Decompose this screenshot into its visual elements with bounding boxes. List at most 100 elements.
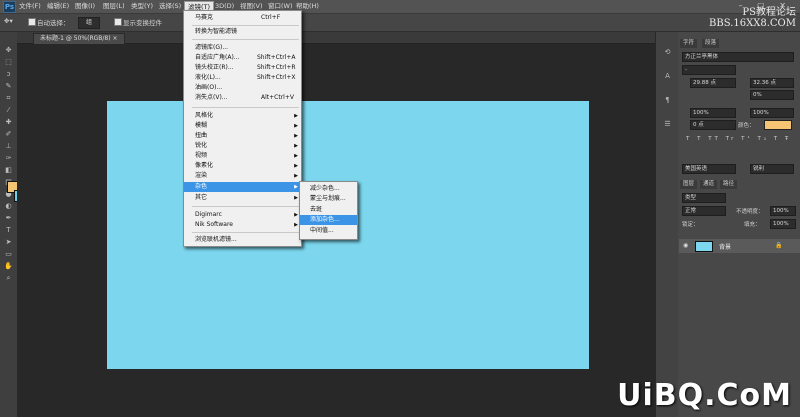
menu-item-label: 杂色: [195, 183, 208, 190]
opacity-field[interactable]: 100%: [770, 206, 796, 216]
menu-item-sharpen[interactable]: 锐化 ▶: [184, 141, 301, 151]
menu-separator: [192, 39, 299, 40]
menu-type[interactable]: 类型(Y): [128, 1, 156, 12]
anti-alias-select[interactable]: 锐利: [750, 164, 794, 174]
menu-item-filter-gallery[interactable]: 滤镜库(G)...: [184, 43, 301, 53]
menu-select[interactable]: 选择(S): [156, 1, 184, 12]
tab-layers[interactable]: 图层: [680, 180, 698, 189]
menu-item-label: 消失点(V)...: [195, 94, 228, 101]
color-label: 颜色：: [738, 123, 755, 129]
menu-image[interactable]: 图像(I): [72, 1, 98, 12]
menu-bar: Ps 文件(F) 编辑(E) 图像(I) 图层(L) 类型(Y) 选择(S) 滤…: [0, 0, 800, 14]
tracking-field[interactable]: 0%: [750, 90, 794, 100]
watermark-top: PS教程论坛 BBS.16XX8.COM: [709, 7, 796, 29]
menu-separator: [192, 25, 299, 26]
font-size-field[interactable]: 29.88 点: [690, 78, 736, 88]
auto-select-dropdown[interactable]: 组: [78, 17, 100, 29]
shape-tool-icon[interactable]: ▭: [4, 250, 13, 258]
menu-item-browse-filters-online[interactable]: 浏览联机滤镜...: [184, 235, 301, 245]
menu-item-oil-paint[interactable]: 油画(O)...: [184, 83, 301, 93]
submenu-arrow-icon: ▶: [294, 123, 298, 129]
auto-select-checkbox[interactable]: [28, 18, 36, 26]
menu-item-adaptive-wide-angle[interactable]: 自适应广角(A)... Shift+Ctrl+A: [184, 53, 301, 63]
watermark-line2: BBS.16XX8.COM: [709, 18, 796, 29]
history-brush-tool-icon[interactable]: ✑: [4, 154, 13, 162]
move-tool-icon[interactable]: ✥▾: [4, 17, 13, 25]
menu-item-lens-correction[interactable]: 镜头校正(R)... Shift+Ctrl+R: [184, 63, 301, 73]
submenu-item-median[interactable]: 中间值...: [300, 226, 357, 236]
type-style-buttons[interactable]: T T TT Tr T¹ T₁ T Ŧ: [686, 136, 791, 142]
type-tool-icon[interactable]: T: [4, 226, 13, 234]
horizontal-scale-field[interactable]: 100%: [750, 108, 794, 118]
fill-field[interactable]: 100%: [770, 219, 796, 229]
menu-item-convert-smart-filters[interactable]: 转换为智能滤镜: [184, 27, 301, 37]
visibility-eye-icon[interactable]: ◉: [683, 242, 688, 249]
menu-item-noise[interactable]: 杂色 ▶: [184, 182, 301, 192]
menu-item-label: 马赛克: [195, 14, 214, 21]
menu-item-label: 自适应广角(A)...: [195, 54, 240, 61]
path-select-tool-icon[interactable]: ➤: [4, 238, 13, 246]
submenu-item-reduce-noise[interactable]: 减少杂色...: [300, 184, 357, 194]
menu-item-shortcut: Ctrl+F: [261, 14, 281, 21]
tab-paths[interactable]: 路径: [720, 180, 738, 189]
menu-file[interactable]: 文件(F): [16, 1, 44, 12]
menu-item-other[interactable]: 其它 ▶: [184, 193, 301, 203]
menu-item-video[interactable]: 视频 ▶: [184, 151, 301, 161]
dodge-tool-icon[interactable]: ◐: [4, 202, 13, 210]
blend-mode-select[interactable]: 正常: [682, 206, 726, 216]
submenu-item-add-noise[interactable]: 添加杂色...: [300, 215, 357, 225]
pen-tool-icon[interactable]: ✒: [4, 214, 13, 222]
text-color-swatch[interactable]: [764, 120, 792, 130]
baseline-shift-field[interactable]: 0 点: [690, 120, 736, 130]
quick-select-tool-icon[interactable]: ✎: [4, 82, 13, 90]
menu-item-last-filter[interactable]: 马赛克 Ctrl+F: [184, 13, 301, 23]
properties-panel-icon[interactable]: ☰: [663, 120, 672, 128]
tools-panel: ✥ ⬚ ↄ ✎ ⌗ ⁄ ✚ ✐ ⊥ ✑ ◧ ▤ ● ◐ ✒ T ➤ ▭ ✋ ⌕: [0, 32, 18, 417]
menu-item-digimarc[interactable]: Digimarc ▶: [184, 210, 301, 220]
submenu-arrow-icon: ▶: [294, 143, 298, 149]
language-select[interactable]: 美国英语: [682, 164, 736, 174]
tab-character[interactable]: 字符: [680, 39, 698, 48]
submenu-item-label: 减少杂色...: [310, 185, 340, 192]
menu-edit[interactable]: 编辑(E): [44, 1, 72, 12]
character-panel-icon[interactable]: A: [663, 72, 672, 80]
brush-tool-icon[interactable]: ✐: [4, 130, 13, 138]
vertical-scale-field[interactable]: 100%: [690, 108, 736, 118]
paragraph-panel-icon[interactable]: ¶: [663, 96, 672, 104]
font-family-select[interactable]: 方正兰亭黑体: [682, 52, 794, 62]
menu-item-distort[interactable]: 扭曲 ▶: [184, 131, 301, 141]
submenu-item-despeckle[interactable]: 去斑: [300, 205, 357, 215]
hand-tool-icon[interactable]: ✋: [4, 262, 13, 270]
zoom-tool-icon[interactable]: ⌕: [4, 274, 13, 282]
menu-item-pixelate[interactable]: 像素化 ▶: [184, 161, 301, 171]
move-tool-icon[interactable]: ✥: [4, 46, 13, 54]
leading-field[interactable]: 32.36 点: [750, 78, 794, 88]
font-style-select[interactable]: -: [682, 65, 736, 75]
lasso-tool-icon[interactable]: ↄ: [4, 70, 13, 78]
stamp-tool-icon[interactable]: ⊥: [4, 142, 13, 150]
tab-paragraph[interactable]: 段落: [702, 39, 720, 48]
crop-tool-icon[interactable]: ⌗: [4, 94, 13, 102]
menu-item-render[interactable]: 渲染 ▶: [184, 171, 301, 181]
menu-item-vanishing-point[interactable]: 消失点(V)... Alt+Ctrl+V: [184, 93, 301, 103]
menu-item-label: 其它: [195, 194, 208, 201]
photoshop-logo[interactable]: Ps: [3, 1, 16, 13]
menu-item-blur[interactable]: 模糊 ▶: [184, 121, 301, 131]
healing-tool-icon[interactable]: ✚: [4, 118, 13, 126]
menu-item-liquify[interactable]: 液化(L)... Shift+Ctrl+X: [184, 73, 301, 83]
marquee-tool-icon[interactable]: ⬚: [4, 58, 13, 66]
menu-layer[interactable]: 图层(L): [100, 1, 128, 12]
eyedropper-tool-icon[interactable]: ⁄: [4, 106, 13, 114]
show-transform-checkbox[interactable]: [114, 18, 122, 26]
document-tab[interactable]: 未标题-1 @ 50%(RGB/8) ×: [33, 33, 125, 44]
eraser-tool-icon[interactable]: ◧: [4, 166, 13, 174]
history-panel-icon[interactable]: ⟲: [663, 48, 672, 56]
tab-channels[interactable]: 通道: [700, 180, 718, 189]
submenu-arrow-icon: ▶: [294, 163, 298, 169]
layer-kind-filter[interactable]: 类型: [682, 193, 726, 203]
menu-separator: [192, 107, 299, 108]
watermark-bottom: UiBQ.CoM: [617, 378, 792, 413]
submenu-item-dust-scratches[interactable]: 蒙尘与划痕...: [300, 194, 357, 204]
menu-item-nik-software[interactable]: Nik Software ▶: [184, 220, 301, 230]
menu-item-stylize[interactable]: 风格化 ▶: [184, 111, 301, 121]
